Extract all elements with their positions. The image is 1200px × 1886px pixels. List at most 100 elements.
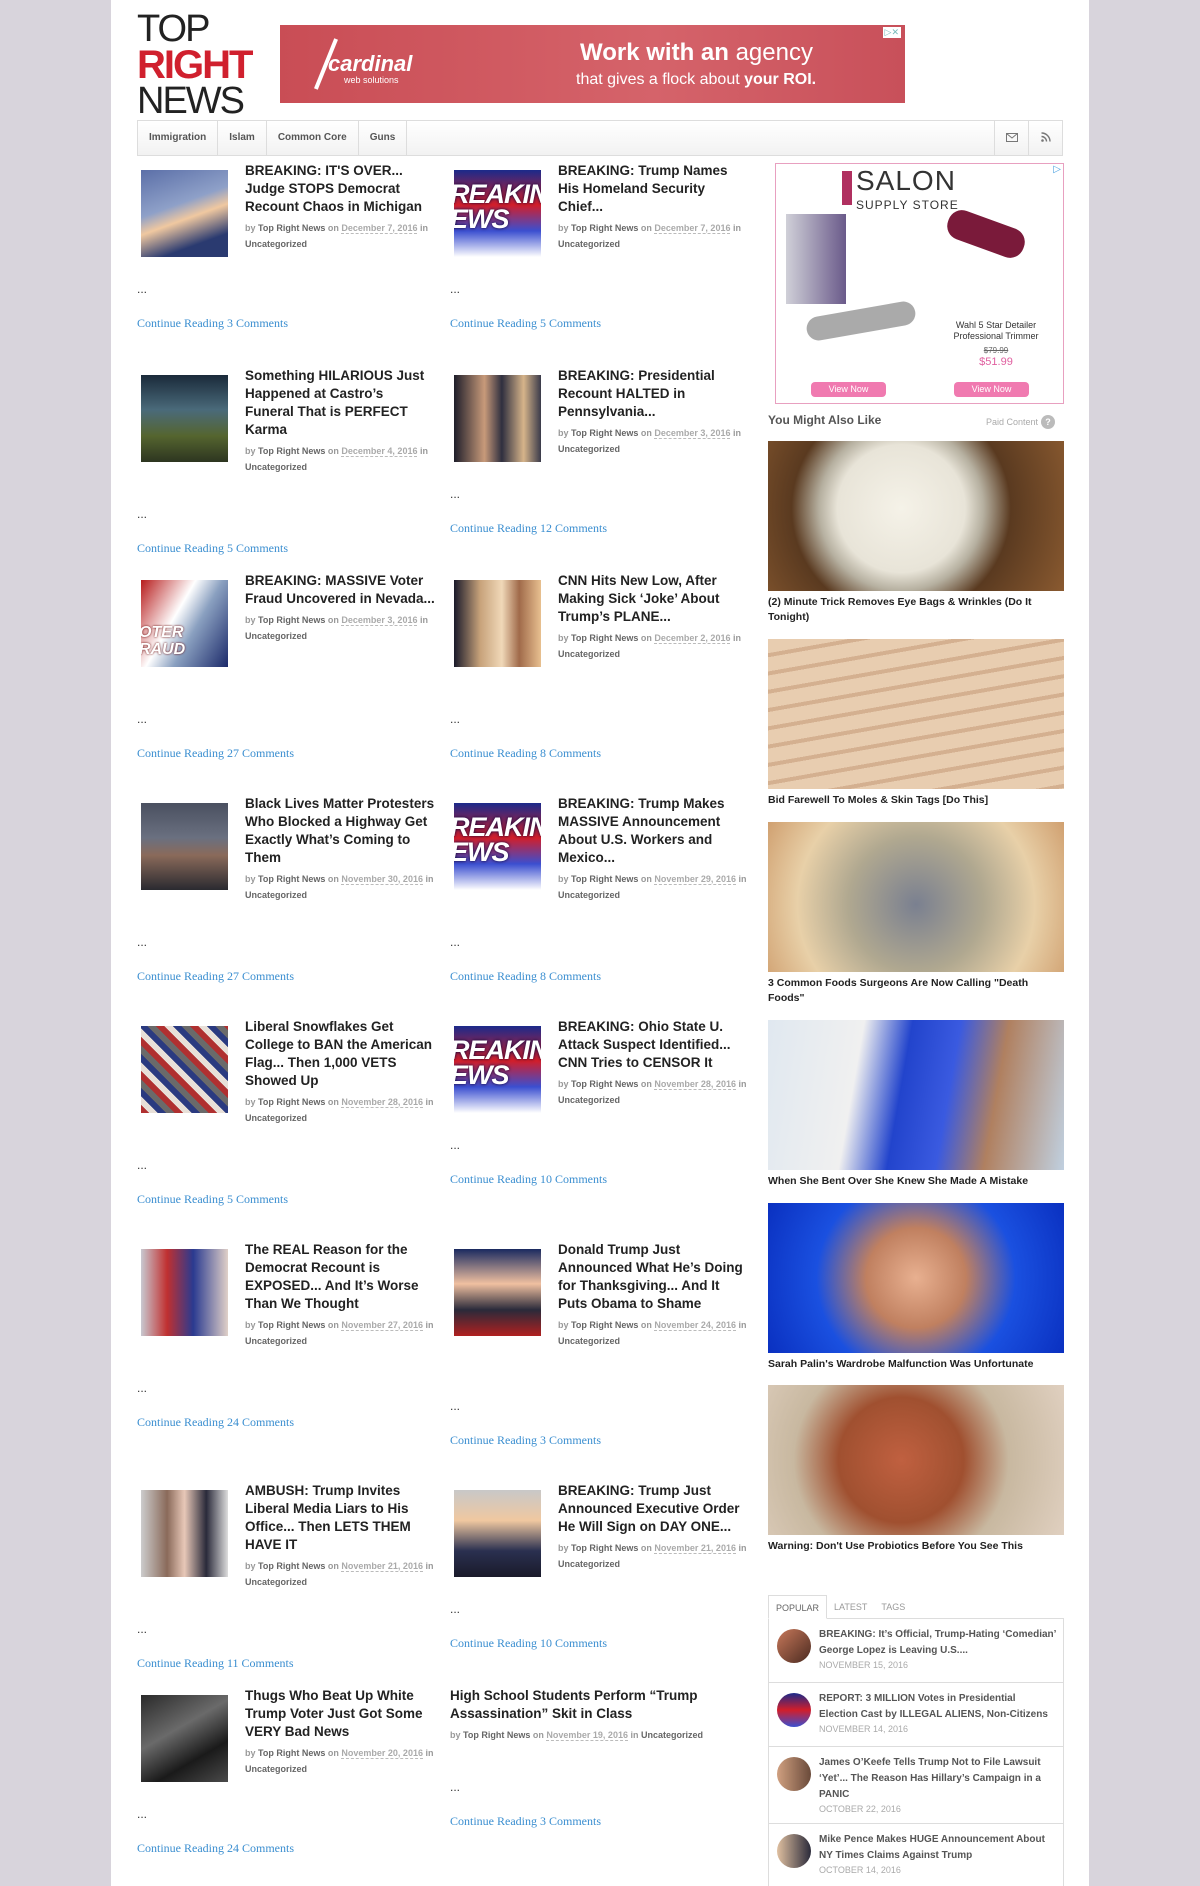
post-thumbnail[interactable] (454, 580, 541, 667)
post-title[interactable]: AMBUSH: Trump Invites Liberal Media Liar… (245, 1482, 435, 1554)
view-now-button-2[interactable]: View Now (954, 382, 1029, 397)
post-date[interactable]: November 29, 2016 (654, 874, 736, 885)
post-thumbnail[interactable] (141, 170, 228, 257)
post-category[interactable]: Uncategorized (558, 239, 620, 249)
post-thumbnail[interactable] (141, 1490, 228, 1577)
post-author[interactable]: Top Right News (258, 1748, 325, 1758)
promo-item[interactable]: Bid Farewell To Moles & Skin Tags [Do Th… (768, 639, 1064, 808)
popular-item[interactable]: Mike Pence Makes HUGE Announcement About… (769, 1824, 1063, 1886)
post-author[interactable]: Top Right News (258, 1561, 325, 1571)
post-card[interactable]: Thugs Who Beat Up White Trump Voter Just… (137, 1687, 437, 1867)
post-author[interactable]: Top Right News (571, 633, 638, 643)
post-title[interactable]: Black Lives Matter Protesters Who Blocke… (245, 795, 435, 867)
tab-tags[interactable]: TAGS (874, 1595, 912, 1619)
post-date[interactable]: December 4, 2016 (341, 446, 418, 457)
popular-thumb[interactable] (777, 1834, 811, 1868)
post-title[interactable]: CNN Hits New Low, After Making Sick ‘Jok… (558, 572, 748, 626)
post-title[interactable]: BREAKING: Trump Names His Homeland Secur… (558, 162, 748, 216)
post-category[interactable]: Uncategorized (641, 1730, 703, 1740)
post-author[interactable]: Top Right News (258, 223, 325, 233)
site-logo[interactable]: TOP RIGHT NEWS (137, 10, 257, 120)
popular-title[interactable]: REPORT: 3 MILLION Votes in Presidential … (819, 1691, 1057, 1723)
post-thumbnail[interactable] (141, 1695, 228, 1782)
nav-item-islam[interactable]: Islam (218, 121, 267, 155)
post-card[interactable]: Liberal Snowflakes Get College to BAN th… (137, 1018, 437, 1206)
post-author[interactable]: Top Right News (463, 1730, 530, 1740)
post-title[interactable]: BREAKING: Trump Just Announced Executive… (558, 1482, 748, 1536)
post-category[interactable]: Uncategorized (558, 444, 620, 454)
continue-reading-link[interactable]: Continue Reading 10 Comments (450, 1172, 607, 1187)
promo-image[interactable] (768, 822, 1064, 972)
post-date[interactable]: December 3, 2016 (654, 428, 731, 439)
post-title[interactable]: The REAL Reason for the Democrat Recount… (245, 1241, 435, 1313)
promo-item[interactable]: Sarah Palin's Wardrobe Malfunction Was U… (768, 1203, 1064, 1372)
post-date[interactable]: November 30, 2016 (341, 874, 423, 885)
post-card[interactable]: REAKIN EWS BREAKING: Trump Names His Hom… (450, 162, 750, 342)
post-title[interactable]: Something HILARIOUS Just Happened at Cas… (245, 367, 435, 439)
ad-choices-icon[interactable]: ▷✕ (882, 27, 901, 38)
post-thumbnail[interactable]: OTER RAUD (141, 580, 228, 667)
post-date[interactable]: November 27, 2016 (341, 1320, 423, 1331)
post-date[interactable]: December 2, 2016 (654, 633, 731, 644)
popular-title[interactable]: Mike Pence Makes HUGE Announcement About… (819, 1832, 1057, 1864)
post-date[interactable]: December 3, 2016 (341, 615, 418, 626)
continue-reading-link[interactable]: Continue Reading 3 Comments (450, 1433, 601, 1448)
promo-image[interactable] (768, 1385, 1064, 1535)
post-category[interactable]: Uncategorized (245, 239, 307, 249)
post-author[interactable]: Top Right News (258, 446, 325, 456)
continue-reading-link[interactable]: Continue Reading 24 Comments (137, 1841, 294, 1856)
promo-image[interactable] (768, 1020, 1064, 1170)
promo-caption[interactable]: Sarah Palin's Wardrobe Malfunction Was U… (768, 1357, 1064, 1372)
post-title[interactable]: Liberal Snowflakes Get College to BAN th… (245, 1018, 435, 1090)
post-date[interactable]: November 28, 2016 (341, 1097, 423, 1108)
promo-item[interactable]: When She Bent Over She Knew She Made A M… (768, 1020, 1064, 1189)
post-category[interactable]: Uncategorized (245, 1113, 307, 1123)
continue-reading-link[interactable]: Continue Reading 5 Comments (137, 1192, 288, 1207)
popular-title[interactable]: James O’Keefe Tells Trump Not to File La… (819, 1755, 1057, 1803)
view-now-button[interactable]: View Now (811, 382, 886, 397)
continue-reading-link[interactable]: Continue Reading 8 Comments (450, 969, 601, 984)
post-thumbnail[interactable]: REAKIN EWS (454, 1026, 541, 1113)
post-thumbnail[interactable] (141, 1026, 228, 1113)
post-thumbnail[interactable]: REAKIN EWS (454, 170, 541, 257)
promo-image[interactable] (768, 1203, 1064, 1353)
post-title[interactable]: BREAKING: Trump Makes MASSIVE Announceme… (558, 795, 748, 867)
popular-item[interactable]: BREAKING: It’s Official, Trump-Hating ‘C… (769, 1619, 1063, 1683)
post-thumbnail[interactable] (141, 803, 228, 890)
promo-caption[interactable]: (2) Minute Trick Removes Eye Bags & Wrin… (768, 595, 1064, 625)
post-date[interactable]: November 19, 2016 (546, 1730, 628, 1741)
post-category[interactable]: Uncategorized (558, 649, 620, 659)
post-date[interactable]: December 7, 2016 (341, 223, 418, 234)
post-title[interactable]: BREAKING: Ohio State U. Attack Suspect I… (558, 1018, 748, 1072)
post-card[interactable]: OTER RAUD BREAKING: MASSIVE Voter Fraud … (137, 572, 437, 760)
post-author[interactable]: Top Right News (258, 615, 325, 625)
continue-reading-link[interactable]: Continue Reading 24 Comments (137, 1415, 294, 1430)
continue-reading-link[interactable]: Continue Reading 5 Comments (137, 541, 288, 556)
post-author[interactable]: Top Right News (571, 1320, 638, 1330)
post-thumbnail[interactable] (454, 1249, 541, 1336)
post-author[interactable]: Top Right News (571, 874, 638, 884)
nav-item-common-core[interactable]: Common Core (267, 121, 359, 155)
post-date[interactable]: November 24, 2016 (654, 1320, 736, 1331)
post-card[interactable]: REAKIN EWS BREAKING: Trump Makes MASSIVE… (450, 795, 750, 983)
continue-reading-link[interactable]: Continue Reading 11 Comments (137, 1656, 294, 1671)
post-title[interactable]: Donald Trump Just Announced What He’s Do… (558, 1241, 748, 1313)
post-title[interactable]: BREAKING: IT'S OVER... Judge STOPS Democ… (245, 162, 435, 216)
post-title[interactable]: High School Students Perform “Trump Assa… (450, 1687, 750, 1723)
post-category[interactable]: Uncategorized (558, 1336, 620, 1346)
post-card[interactable]: Donald Trump Just Announced What He’s Do… (450, 1241, 750, 1447)
post-card[interactable]: Black Lives Matter Protesters Who Blocke… (137, 795, 437, 983)
rss-icon[interactable] (1028, 121, 1062, 155)
post-author[interactable]: Top Right News (571, 1079, 638, 1089)
post-thumbnail[interactable] (141, 375, 228, 462)
sidebar-ad[interactable]: SALON SUPPLY STORE ▷ Wahl 5 Star Detaile… (775, 163, 1064, 404)
post-author[interactable]: Top Right News (258, 874, 325, 884)
post-author[interactable]: Top Right News (258, 1320, 325, 1330)
post-author[interactable]: Top Right News (571, 223, 638, 233)
post-category[interactable]: Uncategorized (558, 1095, 620, 1105)
popular-title[interactable]: BREAKING: It’s Official, Trump-Hating ‘C… (819, 1627, 1057, 1659)
post-card[interactable]: CNN Hits New Low, After Making Sick ‘Jok… (450, 572, 750, 760)
post-category[interactable]: Uncategorized (245, 631, 307, 641)
post-thumbnail[interactable] (454, 375, 541, 462)
promo-image[interactable] (768, 441, 1064, 591)
